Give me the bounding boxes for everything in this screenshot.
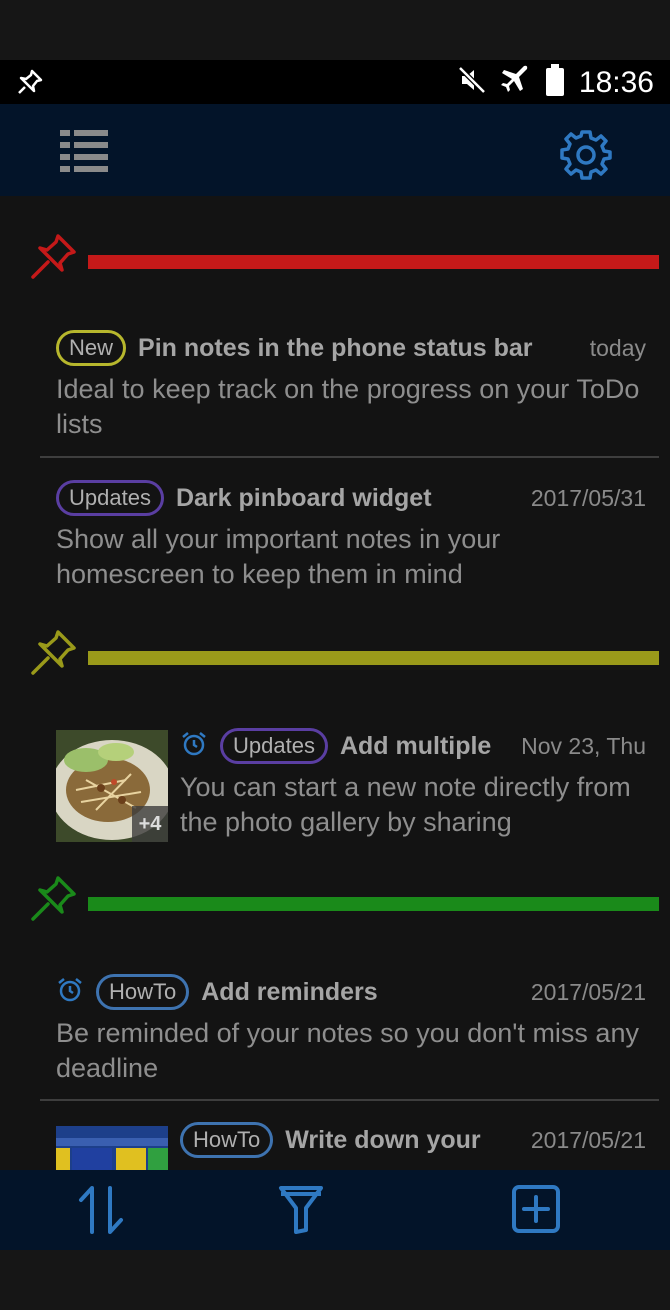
note-body: Be reminded of your notes so you don't m…: [56, 1018, 639, 1083]
note-body: You can start a new note directly from t…: [180, 772, 631, 837]
status-time: 18:36: [578, 65, 654, 99]
note-item[interactable]: HowTo Write down your 2017/05/21: [0, 1120, 670, 1170]
note-date: today: [589, 334, 646, 361]
note-title: Dark pinboard widget: [175, 483, 432, 512]
alarm-icon: [56, 976, 84, 1009]
airplane-icon: [500, 65, 531, 100]
tag-badge: Updates: [220, 728, 328, 764]
gear-icon[interactable]: [560, 128, 612, 185]
note-date: 2017/05/21: [530, 978, 646, 1005]
note-date: Nov 23, Thu: [521, 732, 646, 759]
tag-badge: Updates: [56, 480, 164, 516]
note-item[interactable]: HowTo Add reminders 2017/05/21 Be remind…: [0, 972, 670, 1102]
status-bar: 18:36: [0, 60, 670, 104]
pin-icon: [16, 68, 44, 101]
sort-icon[interactable]: [78, 1184, 124, 1241]
note-body: Ideal to keep track on the progress on y…: [56, 374, 640, 439]
alarm-icon: [180, 730, 208, 763]
list-icon[interactable]: [60, 130, 108, 177]
pushpin-icon: [28, 874, 78, 929]
note-item[interactable]: Updates Dark pinboard widget 2017/05/31 …: [0, 478, 670, 608]
section-header-red: [0, 232, 670, 292]
top-spacer: [0, 0, 670, 60]
section-color-bar: [88, 255, 659, 269]
pushpin-icon: [28, 232, 78, 287]
section-color-bar: [88, 897, 659, 911]
divider: [40, 1099, 659, 1101]
divider: [40, 456, 659, 458]
note-title: Add multiple: [339, 731, 492, 760]
note-thumbnail: [56, 1126, 168, 1170]
note-title: Write down your: [285, 1125, 481, 1154]
app-bar: [0, 104, 670, 196]
bottom-spacer: [0, 1250, 670, 1310]
bottom-bar: [0, 1170, 670, 1250]
tag-badge: HowTo: [180, 1122, 274, 1158]
note-title: Pin notes in the phone status bar: [138, 333, 533, 362]
notes-list[interactable]: New Pin notes in the phone status bar to…: [0, 196, 670, 1170]
section-header-green: [0, 874, 670, 934]
mute-icon: [457, 65, 487, 100]
note-item[interactable]: +4 Updates Add multiple Nov 23, Thu You …: [0, 726, 670, 846]
section-header-yellow: [0, 628, 670, 688]
note-item[interactable]: New Pin notes in the phone status bar to…: [0, 328, 670, 458]
note-date: 2017/05/21: [530, 1126, 646, 1153]
pushpin-icon: [28, 628, 78, 683]
note-title: Add reminders: [201, 977, 378, 1006]
battery-icon: [545, 64, 565, 101]
note-date: 2017/05/31: [530, 484, 646, 511]
note-body: Show all your important notes in your ho…: [56, 524, 501, 589]
add-note-icon[interactable]: [511, 1184, 561, 1239]
more-photos-badge: +4: [132, 806, 168, 842]
tag-badge: HowTo: [96, 974, 190, 1010]
tag-badge: New: [56, 330, 127, 366]
filter-icon[interactable]: [278, 1184, 324, 1241]
section-color-bar: [88, 651, 659, 665]
note-thumbnail: +4: [56, 730, 168, 842]
